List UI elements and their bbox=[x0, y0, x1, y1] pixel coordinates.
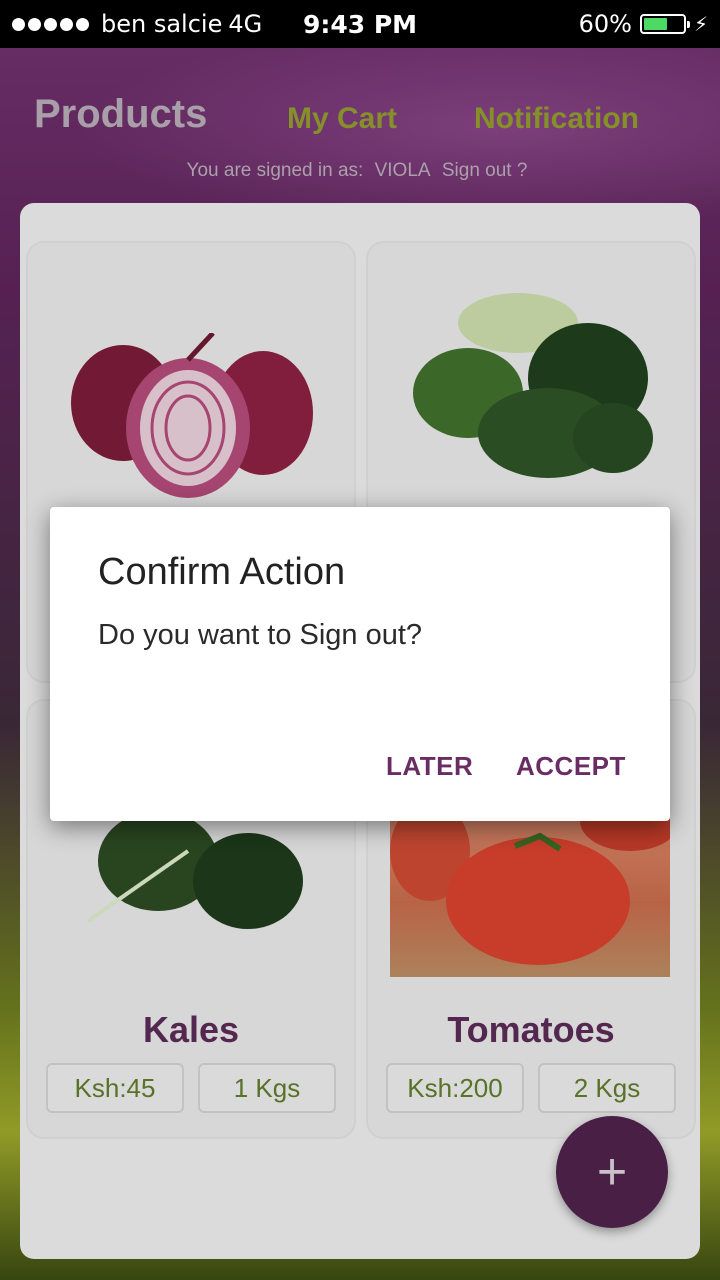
add-product-button[interactable]: + bbox=[556, 1116, 668, 1228]
battery-info: 60% ⚡ bbox=[579, 10, 708, 38]
dialog-title: Confirm Action bbox=[98, 551, 346, 593]
plus-icon: + bbox=[596, 1143, 628, 1201]
status-bar: ben salcie 4G 9:43 PM 60% ⚡ bbox=[0, 0, 720, 48]
dialog-message: Do you want to Sign out? bbox=[98, 619, 423, 651]
accept-button[interactable]: ACCEPT bbox=[516, 751, 626, 782]
charging-icon: ⚡ bbox=[693, 12, 708, 36]
later-button[interactable]: LATER bbox=[386, 751, 473, 782]
battery-icon bbox=[639, 14, 690, 34]
confirm-dialog: Confirm Action Do you want to Sign out? … bbox=[50, 507, 670, 821]
battery-percent: 60% bbox=[578, 10, 632, 38]
